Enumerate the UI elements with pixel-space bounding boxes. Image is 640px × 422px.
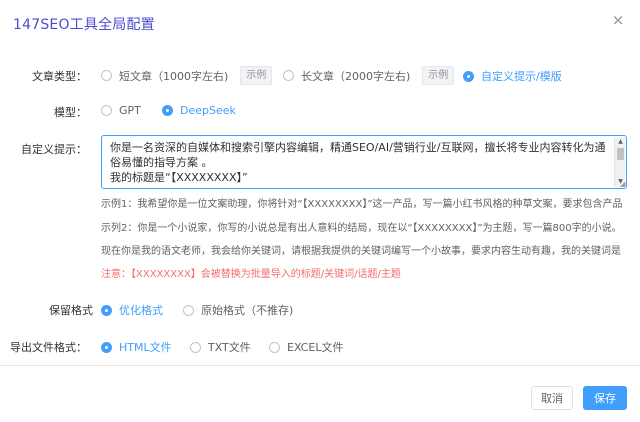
radio-html[interactable]: HTML文件	[101, 339, 172, 355]
radio-dot-selected	[101, 304, 112, 316]
example-3: 现在你是我的语文老师，我会给你关键词，请根据我提供的关键词编写一个小故事，要求内…	[101, 246, 623, 257]
radio-html-label: HTML文件	[119, 341, 172, 354]
radio-custom-template[interactable]: 自定义提示/模版	[463, 68, 562, 84]
radio-gpt[interactable]: GPT	[101, 104, 141, 117]
save-button[interactable]: 保存	[583, 386, 627, 410]
radio-original-format-label: 原始格式（不推存)	[201, 304, 294, 317]
cancel-button[interactable]: 取消	[531, 386, 573, 410]
radio-dot	[269, 341, 280, 353]
close-icon[interactable]: ×	[611, 13, 625, 28]
radio-dot	[101, 105, 112, 116]
radio-excel-label: EXCEL文件	[287, 341, 344, 354]
radio-optimize-format-label: 优化格式	[119, 304, 163, 317]
scroll-thumb[interactable]	[617, 148, 624, 160]
custom-prompt-label: 自定义提示：	[21, 143, 87, 156]
radio-custom-template-label: 自定义提示/模版	[481, 70, 562, 83]
radio-optimize-format[interactable]: 优化格式	[101, 302, 163, 318]
export-format-label: 导出文件格式：	[10, 341, 87, 354]
custom-prompt-text: 你是一名资深的自媒体和搜索引擎内容编辑，精通SEO/AI/营销行业/互联网，擅长…	[110, 141, 606, 184]
radio-excel[interactable]: EXCEL文件	[269, 339, 343, 355]
dialog-title: 147SEO工具全局配置	[13, 17, 155, 33]
radio-dot	[283, 70, 294, 81]
radio-dot	[183, 304, 194, 316]
keep-format-label: 保留格式	[49, 304, 93, 317]
model-label: 模型：	[54, 106, 87, 119]
radio-dot-selected	[101, 341, 112, 353]
radio-dot	[101, 70, 112, 81]
article-type-label: 文章类型：	[32, 70, 87, 83]
radio-deepseek[interactable]: DeepSeek	[162, 104, 236, 117]
radio-short-article[interactable]: 短文章（1000字左右) 示例	[101, 66, 273, 85]
radio-dot-selected	[162, 105, 173, 116]
radio-gpt-label: GPT	[119, 104, 141, 117]
short-example-button[interactable]: 示例	[240, 66, 273, 85]
radio-long-article-label: 长文章（2000字左右)	[301, 69, 411, 83]
radio-txt-label: TXT文件	[208, 341, 251, 354]
radio-long-article[interactable]: 长文章（2000字左右) 示例	[283, 66, 455, 85]
radio-dot	[190, 341, 201, 353]
example-1: 示例1：我希望你是一位文案助理，你将针对“【XXXXXXXX】”这一产品，写一篇…	[101, 199, 623, 210]
radio-txt[interactable]: TXT文件	[190, 339, 251, 355]
long-example-button[interactable]: 示例	[422, 66, 455, 85]
example-2: 示列2：你是一个小说家，你写的小说总是有出人意料的结局，现在以“【XXXXXXX…	[101, 223, 622, 234]
radio-original-format[interactable]: 原始格式（不推存)	[183, 302, 293, 318]
radio-deepseek-label: DeepSeek	[180, 104, 236, 117]
resize-handle-icon[interactable]: ◢	[620, 181, 627, 188]
footer-divider	[0, 365, 640, 366]
scroll-up-icon[interactable]: ▲	[615, 137, 626, 147]
radio-short-article-label: 短文章（1000字左右)	[119, 69, 229, 83]
radio-dot-selected	[463, 70, 474, 82]
custom-prompt-textarea[interactable]: 你是一名资深的自媒体和搜索引擎内容编辑，精通SEO/AI/营销行业/互联网，擅长…	[101, 135, 627, 189]
replace-note: 注意：【XXXXXXXX】会被替换为批量导入的标题/关键词/话题/主题	[101, 269, 401, 280]
